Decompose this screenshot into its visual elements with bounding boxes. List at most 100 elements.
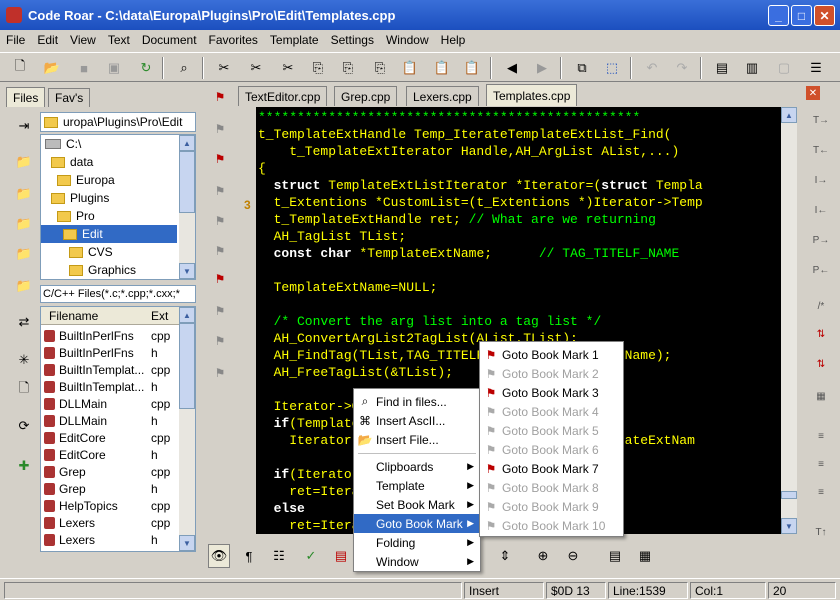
bookmark-empty-icon[interactable]: ⚑ — [212, 366, 228, 380]
maximize-button[interactable]: □ — [791, 5, 812, 26]
back-arrow-icon[interactable]: ◀ — [502, 58, 522, 78]
forward-arrow-icon[interactable]: ▶ — [532, 58, 552, 78]
pilcrow-icon[interactable]: ¶ — [238, 544, 260, 568]
tab-favs[interactable]: Fav's — [48, 88, 91, 107]
scroll-down-arrow-icon[interactable]: ▼ — [781, 518, 797, 534]
unindent-icon[interactable]: I← — [813, 202, 829, 218]
list-view-icon[interactable]: ☰ — [806, 58, 826, 78]
bookmark-prev-icon[interactable]: ⇅ — [813, 356, 829, 372]
bookmark-empty-icon[interactable]: ⚑ — [212, 184, 228, 198]
scroll-up-arrow-icon[interactable]: ▲ — [781, 107, 797, 123]
menu-help[interactable]: Help — [435, 33, 472, 47]
scroll-down-arrow-icon[interactable]: ▼ — [179, 535, 195, 551]
block-select-icon[interactable]: ⧉ — [572, 58, 592, 78]
justify-center-icon[interactable]: ≡ — [813, 456, 829, 472]
open-folder-icon[interactable]: 📂 — [42, 58, 62, 78]
refresh-icon[interactable]: ↻ — [136, 58, 156, 78]
undo-icon[interactable]: ↶ — [642, 58, 662, 78]
goto-bookmark-2[interactable]: ⚑ Goto Book Mark 2 — [480, 364, 623, 383]
new-folder-icon[interactable]: ✳ — [14, 350, 34, 370]
file-filter-select[interactable]: C/C++ Files(*.c;*.cpp;*.cxx;* — [40, 285, 196, 303]
document-list-icon[interactable]: ▦ — [634, 544, 656, 568]
file-list[interactable]: Filename Ext BuiltInPerlFns cpp BuiltInPer… — [40, 306, 196, 552]
bookmark-empty-icon[interactable]: ⚑ — [212, 244, 228, 258]
menu-view[interactable]: View — [64, 33, 102, 47]
editor-scrollbar[interactable]: ▲ ▼ — [781, 107, 797, 534]
paste-3-icon[interactable]: 📋 — [462, 58, 482, 78]
indent-icon[interactable]: I→ — [813, 172, 829, 188]
file-list-row[interactable]: EditCore cpp — [44, 429, 176, 446]
tree-folder[interactable]: Graphics — [69, 261, 136, 279]
copy-icon[interactable]: ⎘ — [308, 58, 328, 78]
stack-icon[interactable]: ▦ — [813, 388, 829, 404]
split-view-icon[interactable]: ▥ — [742, 58, 762, 78]
folder-4-icon[interactable]: 📁 — [14, 276, 34, 296]
paragraph-left-icon[interactable]: P← — [813, 262, 830, 278]
file-list-row[interactable]: DLLMain cpp — [44, 395, 176, 412]
scroll-thumb[interactable] — [781, 491, 797, 499]
doc-tab-templates[interactable]: Templates.cpp — [486, 84, 578, 106]
folder-1-icon[interactable]: 📁 — [14, 184, 34, 204]
menu-item-insert-file[interactable]: 📂 Insert File... — [354, 430, 480, 449]
menu-item-set-book-mark[interactable]: Set Book Mark ▶ — [354, 495, 480, 514]
file-list-row[interactable]: DLLMain h — [44, 412, 176, 429]
file-list-row[interactable]: EditCore h — [44, 446, 176, 463]
binoculars-icon[interactable]: ⌕ — [174, 58, 194, 78]
scroll-down-arrow-icon[interactable]: ▼ — [179, 263, 195, 279]
column-filename[interactable]: Filename — [49, 309, 98, 323]
paste-2-icon[interactable]: 📋 — [432, 58, 452, 78]
tree-folder[interactable]: Plugins — [51, 189, 109, 207]
goto-bookmark-7[interactable]: ⚑ Goto Book Mark 7 — [480, 459, 623, 478]
menu-item-clipboards[interactable]: Clipboards ▶ — [354, 457, 480, 476]
comment-icon[interactable]: /* — [813, 298, 829, 314]
file-list-row[interactable]: Lexers h — [44, 531, 176, 548]
path-combobox[interactable]: uropa\Plugins\Pro\Edit — [40, 112, 196, 132]
scroll-thumb[interactable] — [179, 151, 195, 213]
zoom-out-icon[interactable]: ⊖ — [562, 544, 584, 568]
zoom-in-icon[interactable]: ⊕ — [532, 544, 554, 568]
file-list-row[interactable]: BuiltInPerlFns cpp — [44, 327, 176, 344]
numbered-list-icon[interactable]: ☷ — [268, 544, 290, 568]
tab-files[interactable]: Files — [6, 87, 46, 107]
new-document-icon[interactable]: 🗋 — [14, 380, 34, 400]
cut-icon[interactable]: ✂ — [214, 58, 234, 78]
menu-document[interactable]: Document — [136, 33, 203, 47]
tree-folder[interactable]: Europa — [57, 171, 115, 189]
align-right-icon[interactable]: T→ — [813, 112, 829, 128]
menu-item-goto-book-mark[interactable]: Goto Book Mark ▶ — [354, 514, 480, 533]
copy-3-icon[interactable]: ⎘ — [370, 58, 390, 78]
file-list-row[interactable]: Grep cpp — [44, 463, 176, 480]
folder-2-icon[interactable]: 📁 — [14, 214, 34, 234]
menu-edit[interactable]: Edit — [31, 33, 64, 47]
paste-icon[interactable]: 📋 — [400, 58, 420, 78]
scroll-up-arrow-icon[interactable]: ▲ — [179, 307, 195, 323]
cut-3-icon[interactable]: ✂ — [278, 58, 298, 78]
cut-2-icon[interactable]: ✂ — [246, 58, 266, 78]
menu-item-folding[interactable]: Folding ▶ — [354, 533, 480, 552]
tree-folder[interactable]: Pro — [57, 207, 95, 225]
menu-item-window[interactable]: Window ▶ — [354, 552, 480, 571]
checklist-icon[interactable]: ✓ — [300, 544, 322, 568]
menu-item-template[interactable]: Template ▶ — [354, 476, 480, 495]
menu-item-insert-ascii[interactable]: ⌘ Insert AscII... — [354, 411, 480, 430]
goto-bookmark-10[interactable]: ⚑ Goto Book Mark 10 — [480, 516, 623, 535]
justify-left-icon[interactable]: ≡ — [813, 428, 829, 444]
bookmark-next-icon[interactable]: ⇅ — [813, 326, 829, 342]
goto-bookmark-1[interactable]: ⚑ Goto Book Mark 1 — [480, 345, 623, 364]
goto-bookmark-5[interactable]: ⚑ Goto Book Mark 5 — [480, 421, 623, 440]
goto-line-icon[interactable]: ⇕ — [494, 544, 516, 568]
tree-scrollbar[interactable]: ▲ ▼ — [179, 135, 195, 279]
bookmark-1-icon[interactable]: ⚑ — [212, 90, 228, 104]
copy-2-icon[interactable]: ⎘ — [338, 58, 358, 78]
page-icon[interactable]: ▢ — [774, 58, 794, 78]
sync-folder-icon[interactable]: ⇥ — [14, 116, 34, 136]
tab-to-spaces-icon[interactable]: T↑ — [813, 524, 829, 540]
close-doc-icon[interactable]: ✕ — [806, 86, 820, 100]
goto-bookmark-9[interactable]: ⚑ Goto Book Mark 9 — [480, 497, 623, 516]
doc-tab-grep[interactable]: Grep.cpp — [334, 86, 398, 106]
select-region-icon[interactable]: ⬚ — [602, 58, 622, 78]
redo-icon[interactable]: ↷ — [672, 58, 692, 78]
file-list-scrollbar[interactable]: ▲ ▼ — [179, 307, 195, 551]
view-eye-icon[interactable]: 👁 — [208, 544, 230, 568]
justify-right-icon[interactable]: ≡ — [813, 484, 829, 500]
